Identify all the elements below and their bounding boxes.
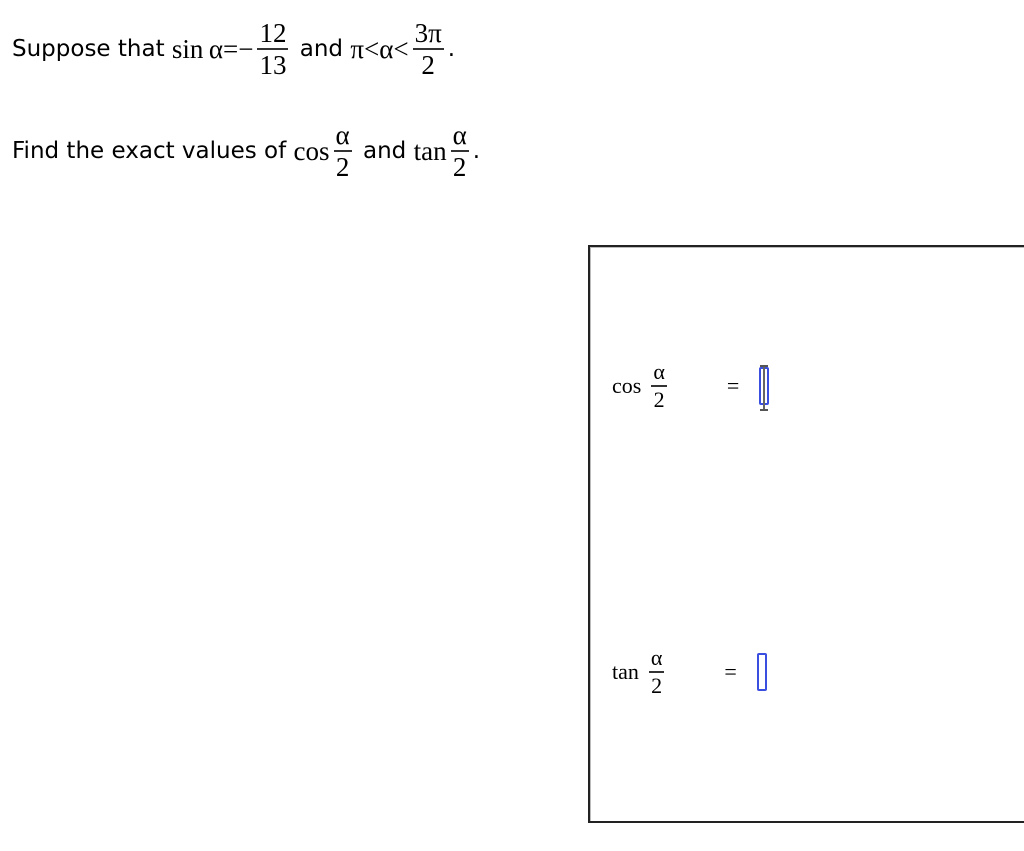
cos-function: cos bbox=[293, 135, 330, 166]
fraction-alpha-2: α 2 bbox=[651, 359, 667, 413]
sin-alpha: sin α bbox=[171, 33, 223, 64]
fraction-denominator: 2 bbox=[421, 50, 435, 80]
fraction-denominator: 2 bbox=[653, 387, 665, 412]
text-cursor-icon bbox=[760, 365, 769, 411]
statement-text: Suppose that bbox=[12, 36, 172, 62]
equals-minus: =− bbox=[222, 33, 254, 64]
period: . bbox=[447, 36, 456, 62]
cos-function: cos bbox=[612, 373, 642, 398]
equals-sign: = bbox=[724, 659, 737, 684]
fraction-numerator: α bbox=[452, 120, 467, 150]
answer-panel: cos α 2 = tan α 2 = bbox=[588, 245, 1024, 823]
statement-text-and: and bbox=[355, 138, 414, 164]
answer-row-tan: tan α 2 = bbox=[612, 645, 767, 699]
inequality: π<α< bbox=[350, 33, 409, 64]
fraction-numerator: α bbox=[335, 120, 350, 150]
fraction-denominator: 13 bbox=[259, 50, 287, 80]
equals-sign: = bbox=[726, 373, 740, 398]
cos-half-alpha-input[interactable] bbox=[759, 365, 770, 411]
fraction-alpha-2: α 2 bbox=[333, 120, 352, 182]
fraction-alpha-2: α 2 bbox=[450, 120, 469, 182]
problem-statement-line2: Find the exact values of cos α 2 and tan… bbox=[12, 120, 480, 182]
fraction-numerator: α bbox=[650, 645, 663, 670]
problem-statement-line1: Suppose that sin α =− 12 13 and π<α< 3π … bbox=[12, 18, 455, 80]
period: . bbox=[472, 138, 481, 164]
tan-function: tan bbox=[413, 135, 447, 166]
fraction-numerator: 12 bbox=[259, 18, 287, 48]
fraction-alpha-2: α 2 bbox=[648, 645, 665, 699]
fraction-denominator: 2 bbox=[452, 152, 467, 182]
fraction-denominator: 2 bbox=[651, 673, 663, 698]
tan-half-alpha-input[interactable] bbox=[756, 653, 767, 691]
fraction-3pi-2: 3π 2 bbox=[412, 18, 444, 80]
fraction-numerator: α bbox=[653, 359, 665, 384]
fraction-numerator: 3π bbox=[414, 18, 442, 48]
statement-text: Find the exact values of bbox=[12, 138, 294, 164]
tan-function: tan bbox=[612, 659, 639, 684]
fraction-denominator: 2 bbox=[335, 152, 350, 182]
answer-row-cos: cos α 2 = bbox=[612, 359, 770, 413]
fraction-12-13: 12 13 bbox=[257, 18, 289, 80]
statement-text-and: and bbox=[292, 36, 351, 62]
